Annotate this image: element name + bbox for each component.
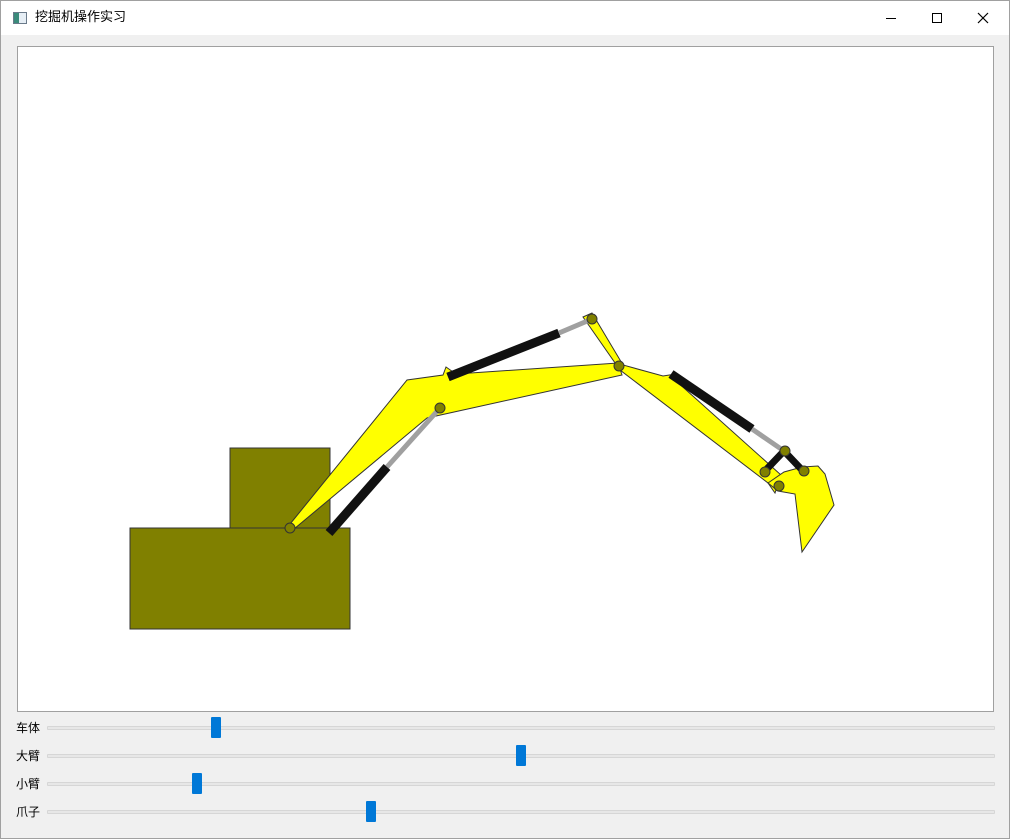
joint-linkage-left	[759, 466, 771, 478]
app-window: 挖掘机操作实习 车体 大臂 小臂 爪子	[0, 0, 1010, 839]
slider-track-stick[interactable]	[47, 782, 995, 786]
slider-label-stick: 小臂	[16, 777, 41, 791]
app-window-icon	[13, 12, 27, 24]
slider-label-claw: 爪子	[16, 805, 41, 819]
bucket-claw	[767, 465, 835, 554]
slider-label-boom: 大臂	[16, 749, 41, 763]
joint-boom-cylinder	[434, 402, 446, 414]
joint-linkage-top	[779, 445, 791, 457]
maximize-button[interactable]	[914, 1, 960, 35]
window-title: 挖掘机操作实习	[35, 10, 127, 25]
boom-arm	[284, 362, 623, 530]
excavator-drawing	[129, 312, 835, 630]
minimize-button[interactable]	[868, 1, 914, 35]
slider-thumb-boom[interactable]	[516, 745, 526, 766]
title-bar[interactable]: 挖掘机操作实习	[1, 1, 1009, 35]
close-button[interactable]	[960, 1, 1006, 35]
joint-linkage-right	[798, 465, 810, 477]
slider-thumb-stick[interactable]	[192, 773, 203, 794]
stick-arm	[582, 312, 782, 495]
minimize-icon	[886, 18, 896, 19]
slider-row-body: 车体	[1, 717, 1009, 739]
excavator-base	[129, 527, 351, 630]
joint-bucket	[773, 480, 785, 492]
slider-row-claw: 爪子	[1, 801, 1009, 823]
maximize-icon	[932, 13, 942, 23]
excavator-canvas	[17, 46, 994, 712]
joint-boom-base	[284, 522, 296, 534]
bucket-cylinder-rod	[750, 426, 786, 454]
close-icon	[977, 12, 989, 24]
slider-thumb-body[interactable]	[211, 717, 222, 738]
joint-stick-top	[586, 313, 598, 325]
slider-row-boom: 大臂	[1, 745, 1009, 767]
excavator-cab	[229, 447, 331, 529]
slider-thumb-claw[interactable]	[365, 801, 376, 822]
joint-boom-stick	[613, 360, 625, 372]
slider-label-body: 车体	[16, 721, 41, 735]
slider-row-stick: 小臂	[1, 773, 1009, 795]
slider-track-body[interactable]	[47, 726, 995, 730]
slider-track-claw[interactable]	[47, 810, 995, 814]
